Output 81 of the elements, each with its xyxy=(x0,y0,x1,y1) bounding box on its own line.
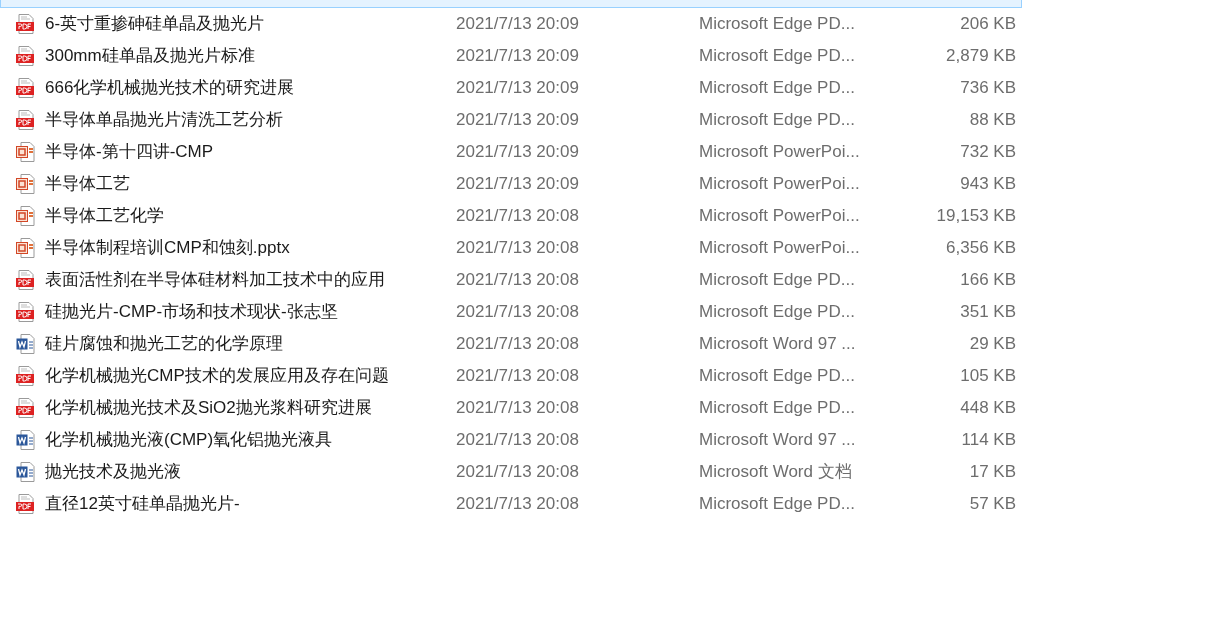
file-type: Microsoft Edge PD... xyxy=(699,77,856,100)
file-size: 29 KB xyxy=(969,333,1016,356)
file-size: 736 KB xyxy=(960,77,1016,100)
date-modified: 2021/7/13 20:09 xyxy=(456,45,580,68)
date-modified: 2021/7/13 20:08 xyxy=(456,205,580,228)
file-type: Microsoft Word 97 ... xyxy=(699,333,857,356)
file-size: 206 KB xyxy=(960,13,1016,36)
file-type: Microsoft PowerPoi... xyxy=(699,141,861,164)
file-size: 943 KB xyxy=(960,173,1016,196)
date-modified: 2021/7/13 20:08 xyxy=(456,429,580,452)
file-type: Microsoft PowerPoi... xyxy=(699,237,861,260)
word-file-icon xyxy=(16,462,35,482)
date-modified: 2021/7/13 20:08 xyxy=(456,333,580,356)
file-type: Microsoft Edge PD... xyxy=(699,301,856,324)
file-size: 448 KB xyxy=(960,397,1016,420)
pdf-file-icon xyxy=(16,366,35,386)
date-modified: 2021/7/13 20:08 xyxy=(456,461,580,484)
date-modified: 2021/7/13 20:08 xyxy=(456,269,580,292)
date-modified: 2021/7/13 20:08 xyxy=(456,397,580,420)
date-modified: 2021/7/13 20:08 xyxy=(456,493,580,516)
file-type: Microsoft Edge PD... xyxy=(699,269,856,292)
word-file-icon xyxy=(16,334,35,354)
file-name[interactable]: 直径12英寸硅单晶抛光片- xyxy=(45,491,456,517)
file-name[interactable]: 666化学机械抛光技术的研究进展 xyxy=(45,75,456,101)
file-name[interactable]: 化学机械抛光CMP技术的发展应用及存在问题 xyxy=(45,363,456,389)
file-name[interactable]: 表面活性剂在半导体硅材料加工技术中的应用 xyxy=(45,267,456,293)
pdf-file-icon xyxy=(16,494,35,514)
file-type: Microsoft Edge PD... xyxy=(699,365,856,388)
file-name[interactable]: 化学机械抛光液(CMP)氧化铝抛光液具 xyxy=(45,427,456,453)
file-size: 19,153 KB xyxy=(936,205,1016,228)
file-size: 166 KB xyxy=(960,269,1016,292)
date-modified: 2021/7/13 20:09 xyxy=(456,77,580,100)
date-modified: 2021/7/13 20:08 xyxy=(456,301,580,324)
file-name[interactable]: 半导体制程培训CMP和蚀刻.pptx xyxy=(45,235,456,261)
pdf-file-icon xyxy=(16,46,35,66)
date-modified: 2021/7/13 20:09 xyxy=(456,13,580,36)
file-type: Microsoft Edge PD... xyxy=(699,493,856,516)
file-size: 6,356 KB xyxy=(946,237,1016,260)
file-size: 88 KB xyxy=(969,109,1016,132)
file-type: Microsoft Edge PD... xyxy=(699,397,856,420)
pdf-file-icon xyxy=(16,398,35,418)
presentation-file-icon xyxy=(16,206,35,226)
file-type: Microsoft Edge PD... xyxy=(699,109,856,132)
date-modified: 2021/7/13 20:08 xyxy=(456,365,580,388)
file-type: Microsoft PowerPoi... xyxy=(699,205,861,228)
date-modified: 2021/7/13 20:08 xyxy=(456,237,580,260)
file-type: Microsoft Edge PD... xyxy=(699,45,856,68)
file-size: 17 KB xyxy=(969,461,1016,484)
presentation-file-icon xyxy=(16,238,35,258)
file-size: 57 KB xyxy=(969,493,1016,516)
word-file-icon xyxy=(16,430,35,450)
file-name[interactable]: 硅片腐蚀和抛光工艺的化学原理 xyxy=(45,331,456,357)
pdf-file-icon xyxy=(16,14,35,34)
file-size: 732 KB xyxy=(960,141,1016,164)
file-name[interactable]: 半导体单晶抛光片清洗工艺分析 xyxy=(45,107,456,133)
pdf-file-icon xyxy=(16,302,35,322)
file-type: Microsoft PowerPoi... xyxy=(699,173,861,196)
presentation-file-icon xyxy=(16,142,35,162)
file-name[interactable]: 化学机械抛光技术及SiO2抛光浆料研究进展 xyxy=(45,395,456,421)
pdf-file-icon xyxy=(16,78,35,98)
file-type: Microsoft Word 文档 xyxy=(699,461,853,484)
file-size: 105 KB xyxy=(960,365,1016,388)
file-type: Microsoft Edge PD... xyxy=(699,13,856,36)
file-name[interactable]: 300mm硅单晶及抛光片标准 xyxy=(45,43,456,69)
presentation-file-icon xyxy=(16,174,35,194)
date-modified: 2021/7/13 20:09 xyxy=(456,109,580,132)
file-name[interactable]: 半导体工艺化学 xyxy=(45,203,456,229)
date-modified: 2021/7/13 20:09 xyxy=(456,173,580,196)
file-type: Microsoft Word 97 ... xyxy=(699,429,857,452)
file-name[interactable]: 半导体-第十四讲-CMP xyxy=(45,139,456,165)
file-name[interactable]: 抛光技术及抛光液 xyxy=(45,459,456,485)
pdf-file-icon xyxy=(16,110,35,130)
date-modified: 2021/7/13 20:09 xyxy=(456,141,580,164)
file-size: 351 KB xyxy=(960,301,1016,324)
selected-row[interactable] xyxy=(0,0,1022,8)
file-name[interactable]: 6-英寸重掺砷硅单晶及抛光片 xyxy=(45,11,456,37)
file-name[interactable]: 硅抛光片-CMP-市场和技术现状-张志坚 xyxy=(45,299,456,325)
file-size: 2,879 KB xyxy=(946,45,1016,68)
pdf-file-icon xyxy=(16,270,35,290)
file-size: 114 KB xyxy=(961,429,1016,452)
file-name[interactable]: 半导体工艺 xyxy=(45,171,456,197)
